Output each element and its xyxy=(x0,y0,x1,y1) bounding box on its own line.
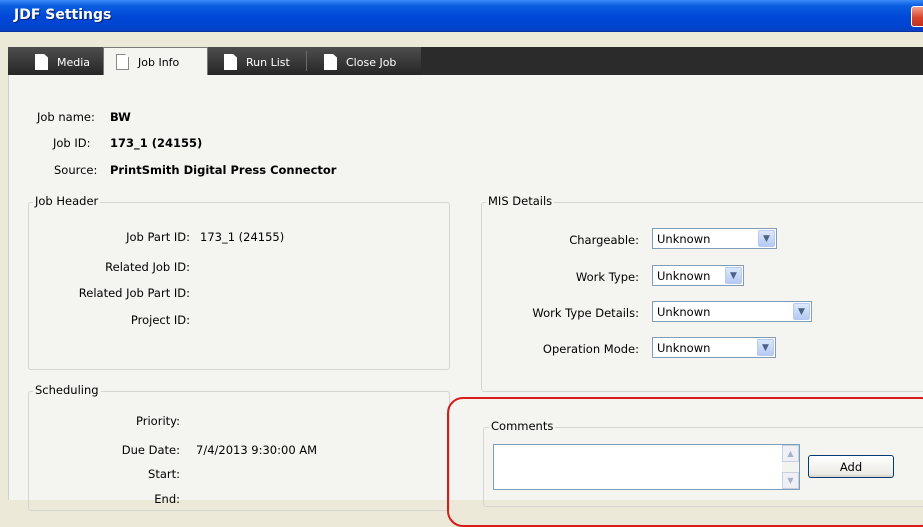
tab-label: Close Job xyxy=(346,55,397,69)
work-type-selected: Unknown xyxy=(657,269,711,283)
job-id-value: 173_1 (24155) xyxy=(110,136,203,150)
work-type-details-label: Work Type Details: xyxy=(532,306,639,320)
document-icon xyxy=(224,54,237,70)
chargeable-select[interactable]: Unknown ▼ xyxy=(652,228,777,249)
tab-separator xyxy=(306,51,307,71)
due-date-value: 7/4/2013 9:30:00 AM xyxy=(196,443,318,457)
tab-label: Run List xyxy=(246,55,290,69)
chargeable-selected: Unknown xyxy=(657,232,711,246)
close-button[interactable] xyxy=(911,6,923,27)
start-label: Start: xyxy=(148,467,180,481)
work-type-label: Work Type: xyxy=(575,270,639,284)
tab-close-job[interactable]: Close Job xyxy=(312,49,418,75)
tab-run-list[interactable]: Run List xyxy=(212,49,306,75)
job-part-id-value: 173_1 (24155) xyxy=(200,230,285,244)
due-date-label: Due Date: xyxy=(121,443,180,457)
operation-mode-label: Operation Mode: xyxy=(542,342,639,356)
tab-job-info[interactable]: Job Info xyxy=(103,47,208,76)
job-id-label: Job ID: xyxy=(53,136,91,150)
chevron-down-icon[interactable]: ▼ xyxy=(725,267,742,284)
priority-label: Priority: xyxy=(136,414,180,428)
operation-mode-select[interactable]: Unknown ▼ xyxy=(652,337,776,358)
work-type-details-selected: Unknown xyxy=(657,305,711,319)
tab-label: Job Info xyxy=(138,55,180,69)
end-label: End: xyxy=(154,492,180,506)
source-label: Source: xyxy=(54,163,98,177)
scheduling-title: Scheduling xyxy=(33,383,101,397)
highlight-annotation xyxy=(447,397,923,527)
chevron-down-icon[interactable]: ▼ xyxy=(757,339,774,356)
chargeable-label: Chargeable: xyxy=(569,233,639,247)
title-bar: JDF Settings xyxy=(0,0,923,32)
work-type-select[interactable]: Unknown ▼ xyxy=(652,265,744,286)
related-job-id-label: Related Job ID: xyxy=(105,260,190,274)
job-part-id-label: Job Part ID: xyxy=(126,230,190,244)
job-name-value: BW xyxy=(110,110,131,124)
chevron-down-icon[interactable]: ▼ xyxy=(793,303,810,320)
tab-media[interactable]: Media xyxy=(23,49,101,75)
job-name-label: Job name: xyxy=(37,110,95,124)
window-title: JDF Settings xyxy=(14,7,112,23)
operation-mode-selected: Unknown xyxy=(657,341,711,355)
job-header-title: Job Header xyxy=(33,194,101,208)
chevron-down-icon[interactable]: ▼ xyxy=(758,230,775,247)
related-job-part-id-label: Related Job Part ID: xyxy=(78,286,190,300)
document-icon xyxy=(116,54,129,70)
source-value: PrintSmith Digital Press Connector xyxy=(110,163,337,177)
document-icon xyxy=(324,54,337,70)
work-type-details-select[interactable]: Unknown ▼ xyxy=(652,301,812,322)
document-icon xyxy=(35,54,48,70)
project-id-label: Project ID: xyxy=(130,313,190,327)
tab-label: Media xyxy=(57,55,91,69)
mis-details-title: MIS Details xyxy=(486,194,555,208)
